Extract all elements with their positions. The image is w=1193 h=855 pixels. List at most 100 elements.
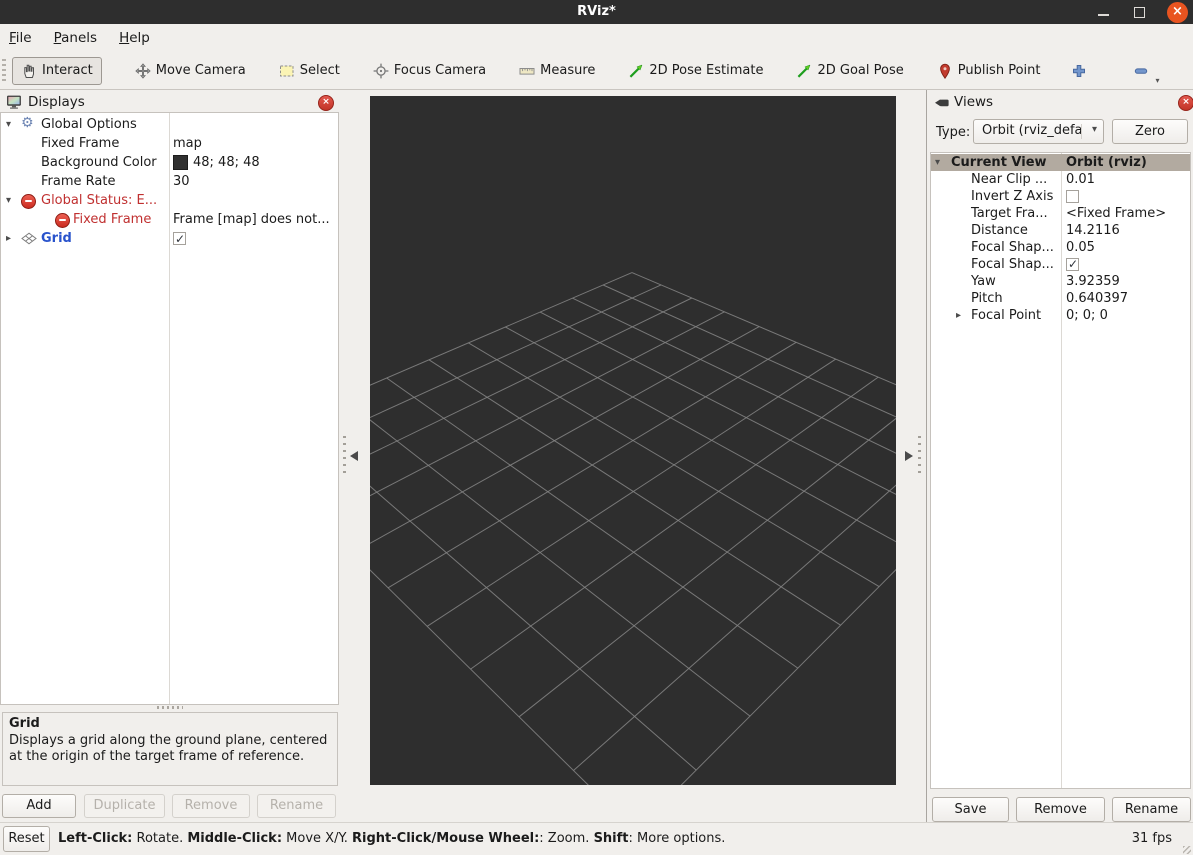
views-rename-button[interactable]: Rename: [1112, 797, 1191, 822]
tool-focus-camera[interactable]: Focus Camera: [364, 57, 495, 85]
window-close-icon[interactable]: ×: [1167, 2, 1188, 23]
views-row-pitch[interactable]: Pitch0.640397: [931, 290, 1190, 307]
views-row-current-view[interactable]: ▾Current ViewOrbit (rviz): [931, 154, 1190, 171]
views-row-focal-shap[interactable]: Focal Shap...0.05: [931, 239, 1190, 256]
displays-panel-header: Displays ×: [0, 92, 340, 112]
view-type-select[interactable]: Orbit (rviz_defau ▾: [973, 119, 1104, 144]
hand-icon: [21, 63, 37, 79]
expander-icon[interactable]: ▾: [6, 191, 11, 210]
value-text: 0.01: [1066, 171, 1095, 188]
displays-row-fixed-frame[interactable]: Fixed FrameFrame [map] does not...: [1, 210, 338, 229]
displays-row-grid[interactable]: ▸ Grid ✓: [1, 229, 338, 248]
tool-label: 2D Goal Pose: [817, 63, 903, 78]
left-splitter-handle[interactable]: [343, 436, 346, 476]
property-value[interactable]: [1066, 188, 1079, 205]
tool-interact[interactable]: Interact: [12, 57, 102, 85]
property-value[interactable]: 0.640397: [1066, 290, 1128, 307]
help-segment: Shift: [594, 831, 629, 846]
add-button[interactable]: Add: [2, 794, 76, 818]
property-value[interactable]: ✓: [173, 229, 186, 248]
views-row-yaw[interactable]: Yaw3.92359: [931, 273, 1190, 290]
displays-row-global-status-e[interactable]: ▾Global Status: E...: [1, 191, 338, 210]
property-value[interactable]: 0.05: [1066, 239, 1095, 256]
property-value[interactable]: ✓: [1066, 256, 1079, 273]
views-row-focal-shap[interactable]: Focal Shap...✓: [931, 256, 1190, 273]
displays-tree: ▾⚙Global OptionsFixed Frame mapBackground…: [0, 112, 339, 705]
maximize-icon[interactable]: [1127, 0, 1151, 24]
minimize-icon[interactable]: [1091, 0, 1115, 24]
menu-panels[interactable]: Panels: [45, 26, 110, 50]
views-row-focal-point[interactable]: ▸ Focal Point 0; 0; 0: [931, 307, 1190, 324]
expander-icon[interactable]: ▾: [935, 154, 940, 171]
property-value[interactable]: Orbit (rviz): [1066, 154, 1147, 171]
tool-move-camera[interactable]: Move Camera: [126, 57, 255, 85]
right-splitter-handle[interactable]: [918, 436, 921, 476]
displays-splitter-handle[interactable]: [157, 706, 183, 709]
help-segment: : More options.: [629, 831, 726, 846]
fps-counter: 31 fps: [1132, 823, 1172, 855]
expander-icon[interactable]: ▸: [6, 229, 11, 248]
checkbox[interactable]: [1066, 190, 1079, 203]
views-panel-title: Views: [954, 94, 993, 110]
views-row-invert-z-axis[interactable]: Invert Z Axis: [931, 188, 1190, 205]
expander-icon[interactable]: ▸: [956, 307, 961, 324]
views-remove-button[interactable]: Remove: [1016, 797, 1105, 822]
display-description-title: Grid: [9, 716, 331, 733]
displays-row-global-options[interactable]: ▾⚙Global Options: [1, 115, 338, 134]
tool-2d-pose-estimate[interactable]: 2D Pose Estimate: [619, 57, 772, 85]
checkbox[interactable]: ✓: [173, 232, 186, 245]
views-close-icon[interactable]: ×: [1178, 95, 1193, 111]
error-icon: [21, 194, 36, 209]
collapse-right-arrow-icon[interactable]: [905, 451, 913, 461]
displays-row-frame-rate[interactable]: Frame Rate30: [1, 172, 338, 191]
help-segment: Rotate.: [132, 831, 187, 846]
property-label: Focal Point: [971, 307, 1041, 324]
rviz-window: RViz* × FilePanelsHelp Interact Move Came…: [0, 0, 1193, 855]
property-value[interactable]: 30: [173, 172, 190, 191]
menu-help[interactable]: Help: [110, 26, 163, 50]
tool-select[interactable]: Select: [270, 57, 349, 85]
views-save-button[interactable]: Save: [932, 797, 1009, 822]
tool-measure[interactable]: Measure: [510, 57, 604, 85]
green-arrow-icon: [628, 63, 644, 79]
property-value[interactable]: map: [173, 134, 202, 153]
displays-close-icon[interactable]: ×: [318, 95, 334, 111]
tool-publish-point[interactable]: Publish Point: [928, 57, 1050, 85]
zero-button[interactable]: Zero: [1112, 119, 1188, 144]
property-value[interactable]: 48; 48; 48: [173, 153, 260, 172]
collapse-left-arrow-icon[interactable]: [350, 451, 358, 461]
duplicate-button: Duplicate: [84, 794, 165, 818]
value-text: 30: [173, 172, 190, 191]
chevron-down-icon: ▾: [1155, 76, 1159, 85]
reset-button[interactable]: Reset: [3, 826, 50, 852]
add-tool-button[interactable]: [1064, 58, 1094, 84]
displays-row-fixed-frame[interactable]: Fixed Frame map: [1, 134, 338, 153]
window-title: RViz*: [0, 4, 1193, 19]
grid-plane: [370, 96, 896, 785]
3d-viewport[interactable]: [370, 96, 896, 785]
toolbar-drag-handle[interactable]: [2, 59, 6, 83]
views-row-target-fra[interactable]: Target Fra...<Fixed Frame>: [931, 205, 1190, 222]
views-row-near-clip[interactable]: Near Clip ...0.01: [931, 171, 1190, 188]
displays-row-background-color[interactable]: Background Color48; 48; 48: [1, 153, 338, 172]
color-swatch: [173, 155, 188, 170]
help-segment: Move X/Y.: [282, 831, 352, 846]
move-icon: [135, 63, 151, 79]
menu-file[interactable]: File: [0, 26, 45, 50]
property-label: Fixed Frame: [41, 134, 119, 153]
property-label: Grid: [41, 229, 72, 248]
property-value[interactable]: 0; 0; 0: [1066, 307, 1108, 324]
property-value[interactable]: 0.01: [1066, 171, 1095, 188]
expander-icon[interactable]: ▾: [6, 115, 11, 134]
property-value[interactable]: 3.92359: [1066, 273, 1120, 290]
views-row-distance[interactable]: Distance14.2116: [931, 222, 1190, 239]
resize-grip[interactable]: [1183, 846, 1191, 854]
property-value[interactable]: <Fixed Frame>: [1066, 205, 1166, 222]
remove-tool-button[interactable]: ▾: [1126, 58, 1156, 84]
tool-2d-goal-pose[interactable]: 2D Goal Pose: [787, 57, 912, 85]
property-value[interactable]: 14.2116: [1066, 222, 1120, 239]
views-tree: ▾Current ViewOrbit (rviz)Near Clip ...0.…: [930, 152, 1191, 789]
property-value[interactable]: Frame [map] does not...: [173, 210, 330, 229]
help-segment: Left-Click:: [58, 831, 132, 846]
checkbox[interactable]: ✓: [1066, 258, 1079, 271]
